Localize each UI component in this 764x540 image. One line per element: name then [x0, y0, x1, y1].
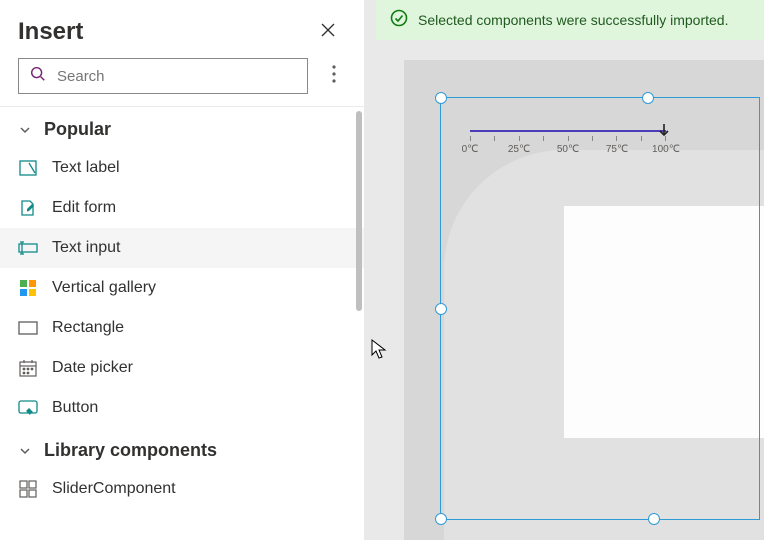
- group-title: Popular: [44, 119, 111, 140]
- search-input[interactable]: [57, 59, 297, 93]
- resize-handle-nw[interactable]: [435, 92, 447, 104]
- slider-component[interactable]: 0℃ 25℃ 50℃ 75℃ 100℃: [470, 130, 666, 158]
- group-header-library[interactable]: Library components: [0, 428, 364, 469]
- tick-label: 25℃: [508, 144, 530, 155]
- item-label: Text input: [52, 239, 120, 257]
- more-vertical-icon: [332, 65, 336, 88]
- item-label: Button: [52, 399, 98, 417]
- panel-title: Insert: [18, 18, 83, 46]
- panel-scroll[interactable]: Popular Text label Edit form Text input: [0, 107, 364, 540]
- insert-panel: Insert: [0, 0, 364, 540]
- group-title: Library components: [44, 440, 217, 461]
- item-label: SliderComponent: [52, 480, 176, 498]
- item-label: Edit form: [52, 199, 116, 217]
- item-label: Date picker: [52, 359, 133, 377]
- insert-item-text-input[interactable]: Text input: [0, 228, 364, 268]
- resize-handle-n[interactable]: [642, 92, 654, 104]
- slider-thumb-arrow-icon[interactable]: [656, 122, 672, 138]
- date-picker-icon: [18, 358, 38, 378]
- resize-handle-w[interactable]: [435, 303, 447, 315]
- item-label: Vertical gallery: [52, 279, 156, 297]
- selection-rect[interactable]: [440, 97, 760, 520]
- success-banner: Selected components were successfully im…: [376, 0, 764, 40]
- close-icon: [320, 22, 336, 43]
- insert-item-date-picker[interactable]: Date picker: [0, 348, 364, 388]
- search-icon: [29, 65, 47, 88]
- slider-track[interactable]: [470, 130, 666, 132]
- chevron-down-icon: [18, 444, 32, 458]
- text-input-icon: [18, 238, 38, 258]
- vertical-gallery-icon: [18, 278, 38, 298]
- scrollbar-thumb[interactable]: [356, 111, 362, 311]
- search-box[interactable]: [18, 58, 308, 94]
- resize-handle-sw[interactable]: [435, 513, 447, 525]
- slider-ticks: [470, 136, 666, 142]
- insert-item-button[interactable]: Button: [0, 388, 364, 428]
- tick-label: 75℃: [606, 144, 628, 155]
- banner-text: Selected components were successfully im…: [418, 12, 728, 28]
- tick-label: 100℃: [652, 144, 680, 155]
- panel-more-button[interactable]: [322, 64, 346, 88]
- tick-label: 0℃: [462, 144, 479, 155]
- insert-item-vertical-gallery[interactable]: Vertical gallery: [0, 268, 364, 308]
- insert-item-text-label[interactable]: Text label: [0, 148, 364, 188]
- button-icon: [18, 398, 38, 418]
- chevron-down-icon: [18, 123, 32, 137]
- insert-item-slider-component[interactable]: SliderComponent: [0, 469, 364, 509]
- tick-label: 50℃: [557, 144, 579, 155]
- rectangle-icon: [18, 318, 38, 338]
- item-label: Text label: [52, 159, 120, 177]
- item-label: Rectangle: [52, 319, 124, 337]
- insert-item-edit-form[interactable]: Edit form: [0, 188, 364, 228]
- text-label-icon: [18, 158, 38, 178]
- resize-handle-s[interactable]: [648, 513, 660, 525]
- close-panel-button[interactable]: [314, 18, 342, 46]
- group-header-popular[interactable]: Popular: [0, 107, 364, 148]
- slider-labels: 0℃ 25℃ 50℃ 75℃ 100℃: [470, 144, 666, 158]
- checkmark-circle-icon: [390, 9, 408, 32]
- component-icon: [18, 479, 38, 499]
- insert-item-rectangle[interactable]: Rectangle: [0, 308, 364, 348]
- edit-form-icon: [18, 198, 38, 218]
